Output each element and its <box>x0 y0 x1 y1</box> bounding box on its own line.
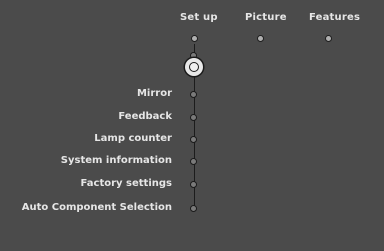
menu-item-feedback-dot-icon[interactable] <box>190 114 197 121</box>
tab-picture[interactable]: Picture <box>245 12 287 23</box>
tab-picture-dot-icon[interactable] <box>257 35 264 42</box>
osd-menu-screen: Set up Picture Features Mirror Feedback … <box>0 0 384 251</box>
menu-item-factory-settings-label[interactable]: Factory settings <box>81 178 172 189</box>
menu-item-auto-component-selection-label[interactable]: Auto Component Selection <box>22 202 172 213</box>
menu-item-factory-settings-dot-icon[interactable] <box>190 181 197 188</box>
menu-item-system-information-label[interactable]: System information <box>61 155 172 166</box>
menu-item-mirror-dot-icon[interactable] <box>190 91 197 98</box>
tab-set-up[interactable]: Set up <box>180 12 218 23</box>
menu-item-system-information-dot-icon[interactable] <box>190 158 197 165</box>
selected-position-icon[interactable] <box>185 58 203 76</box>
tab-features-dot-icon[interactable] <box>325 35 332 42</box>
menu-item-feedback-label[interactable]: Feedback <box>118 111 172 122</box>
tab-features[interactable]: Features <box>309 12 360 23</box>
menu-item-lamp-counter-label[interactable]: Lamp counter <box>94 133 172 144</box>
selected-position-inner-icon <box>189 62 199 72</box>
menu-item-mirror-label[interactable]: Mirror <box>137 88 172 99</box>
menu-item-auto-component-selection-dot-icon[interactable] <box>190 205 197 212</box>
tab-set-up-dot-icon[interactable] <box>191 35 198 42</box>
menu-item-lamp-counter-dot-icon[interactable] <box>190 136 197 143</box>
